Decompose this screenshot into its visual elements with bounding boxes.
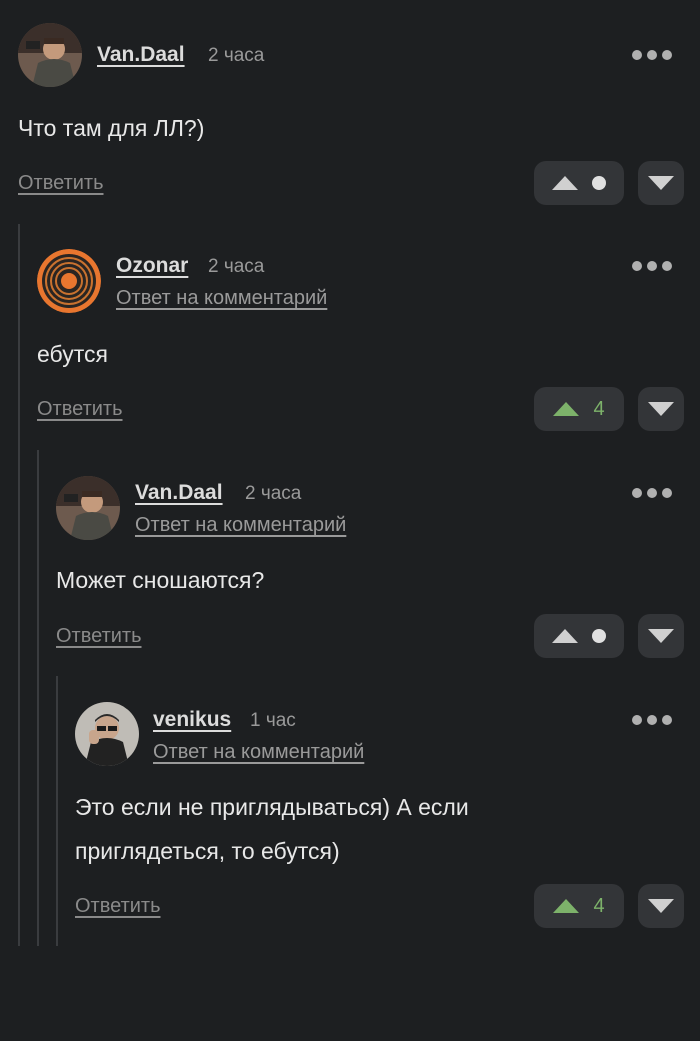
reply-to-link[interactable]: Ответ на комментарий	[135, 514, 346, 537]
comment-time: 2 часа	[208, 256, 265, 277]
reply-to-link[interactable]: Ответ на комментарий	[153, 741, 364, 764]
upvote-button[interactable]	[534, 161, 624, 205]
comment-text-line: приглядеться, то ебутся)	[75, 838, 340, 864]
avatar[interactable]	[37, 249, 101, 313]
more-options-icon[interactable]	[632, 259, 672, 273]
username[interactable]: Ozonar	[116, 254, 188, 278]
avatar[interactable]	[56, 476, 120, 540]
arrow-up-icon	[553, 402, 580, 416]
avatar-photo-man-icon	[56, 476, 120, 540]
reply-link[interactable]: Ответить	[37, 398, 123, 421]
reply-to-link[interactable]: Ответ на комментарий	[116, 287, 327, 310]
upvote-button[interactable]	[534, 614, 624, 658]
neutral-score-dot-icon	[592, 176, 606, 190]
arrow-up-icon	[552, 176, 578, 190]
score: 4	[593, 894, 605, 917]
thread-line	[56, 676, 58, 946]
username[interactable]: venikus	[153, 708, 231, 732]
arrow-up-icon	[552, 629, 578, 643]
comment-time: 2 часа	[208, 45, 265, 66]
upvote-button[interactable]: 4	[534, 387, 624, 431]
more-options-icon[interactable]	[632, 486, 672, 500]
username[interactable]: Van.Daal	[97, 43, 185, 67]
neutral-score-dot-icon	[592, 629, 606, 643]
more-options-icon[interactable]	[632, 48, 672, 62]
username[interactable]: Van.Daal	[135, 481, 223, 505]
downvote-button[interactable]	[638, 884, 684, 928]
comment-time: 1 час	[250, 710, 296, 731]
avatar-photo-man-icon	[18, 23, 82, 87]
arrow-up-icon	[553, 899, 580, 913]
reply-link[interactable]: Ответить	[18, 172, 104, 195]
arrow-down-icon	[648, 176, 674, 190]
reply-link[interactable]: Ответить	[75, 895, 161, 918]
comment-time: 2 часа	[245, 483, 302, 504]
comment-text: ебутся	[37, 341, 108, 367]
downvote-button[interactable]	[638, 387, 684, 431]
thread-line	[18, 224, 20, 946]
comment-text: Что там для ЛЛ?)	[18, 115, 205, 141]
downvote-button[interactable]	[638, 614, 684, 658]
avatar-orange-target-icon	[37, 249, 101, 313]
arrow-down-icon	[648, 629, 674, 643]
comment-text-line: Это если не приглядываться) А если	[75, 794, 469, 820]
downvote-button[interactable]	[638, 161, 684, 205]
score: 4	[593, 397, 605, 420]
avatar-photo-man-icon	[75, 702, 139, 766]
upvote-button[interactable]: 4	[534, 884, 624, 928]
arrow-down-icon	[648, 402, 674, 416]
avatar[interactable]	[75, 702, 139, 766]
reply-link[interactable]: Ответить	[56, 625, 142, 648]
thread-line	[37, 450, 39, 946]
more-options-icon[interactable]	[632, 713, 672, 727]
arrow-down-icon	[648, 899, 674, 913]
avatar[interactable]	[18, 23, 82, 87]
comment-text: Может сношаются?	[56, 567, 265, 593]
